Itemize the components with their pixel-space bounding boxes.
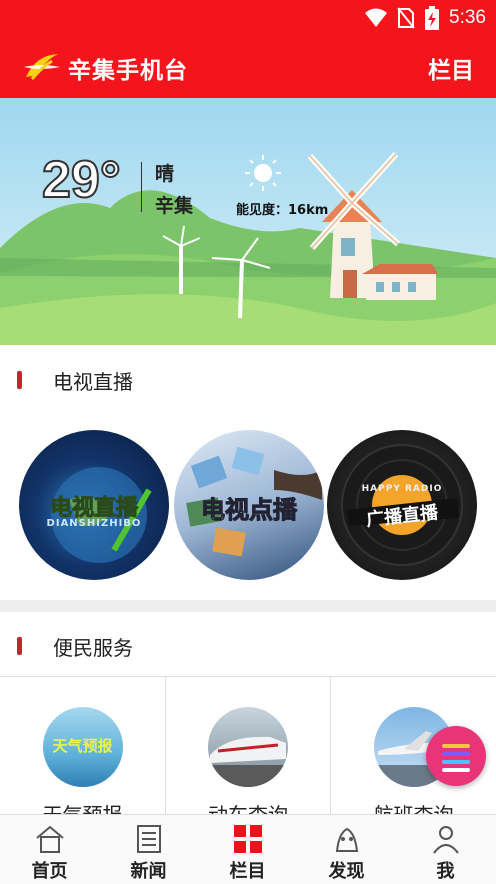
tv-section-header: 电视直播 bbox=[0, 350, 496, 408]
tab-news[interactable]: 新闻 bbox=[99, 815, 198, 884]
service-section-header: 便民服务 bbox=[0, 616, 496, 674]
status-time: 5:36 bbox=[449, 7, 486, 28]
news-icon bbox=[136, 825, 161, 853]
train-icon bbox=[208, 736, 288, 787]
service-weather[interactable]: 天气预报 天气预报 bbox=[0, 677, 166, 827]
battery-charging-icon bbox=[425, 6, 440, 30]
section-marker bbox=[17, 371, 22, 389]
menu-line bbox=[442, 752, 470, 756]
tab-home-label: 首页 bbox=[31, 861, 68, 882]
radio-sublabel: HAPPY RADIO bbox=[361, 484, 443, 494]
sunny-icon bbox=[245, 155, 281, 191]
status-bar: 5:36 bbox=[0, 0, 496, 36]
tab-discover-label: 发现 bbox=[328, 861, 365, 882]
tv-live-button[interactable]: 电视直播 DIANSHIZHIBO bbox=[19, 430, 169, 580]
app-header: 辛集手机台 栏目 bbox=[0, 36, 496, 98]
tv-vod-button[interactable]: 电视点播 bbox=[174, 430, 324, 580]
service-grid: 天气预报 天气预报 动车查询 航班查询 bbox=[0, 676, 496, 827]
weather-thumb-text: 天气预报 bbox=[52, 737, 113, 755]
tab-home[interactable]: 首页 bbox=[0, 815, 99, 884]
app-title: 辛集手机台 bbox=[68, 58, 188, 84]
menu-line bbox=[442, 744, 470, 748]
tv-section-title: 电视直播 bbox=[53, 370, 133, 394]
tv-vod-label: 电视点播 bbox=[201, 496, 298, 525]
tab-me[interactable]: 我 bbox=[396, 815, 495, 884]
home-icon bbox=[35, 825, 64, 853]
weather-forecast-thumb: 天气预报 bbox=[42, 707, 123, 787]
floating-menu-button[interactable] bbox=[426, 726, 486, 786]
weather-condition: 晴 bbox=[155, 163, 175, 185]
visibility-text: 能见度：16km bbox=[236, 203, 329, 218]
menu-line bbox=[442, 768, 470, 772]
temperature: 29° bbox=[41, 150, 122, 210]
grid-icon bbox=[233, 825, 262, 853]
section-marker bbox=[17, 637, 22, 655]
landscape-illustration bbox=[0, 98, 496, 345]
bottom-navigation: 首页 新闻 栏目 发现 我 bbox=[0, 814, 496, 884]
discover-icon bbox=[335, 827, 358, 852]
user-icon bbox=[432, 826, 459, 854]
weather-divider bbox=[141, 162, 142, 212]
service-section-title: 便民服务 bbox=[53, 636, 133, 660]
bullet-train-thumb bbox=[208, 707, 288, 787]
tab-news-label: 新闻 bbox=[130, 861, 167, 882]
weather-banner[interactable]: 29° 晴 辛集 能见度：16km bbox=[0, 98, 496, 345]
column-menu-button[interactable]: 栏目 bbox=[428, 51, 474, 85]
menu-line bbox=[442, 760, 470, 764]
tv-live-sublabel: DIANSHIZHIBO bbox=[46, 518, 142, 529]
wifi-icon bbox=[365, 8, 388, 27]
radio-live-button[interactable]: HAPPY RADIO 广播直播 bbox=[327, 430, 477, 580]
no-sim-icon bbox=[397, 7, 415, 29]
section-gap bbox=[0, 600, 496, 612]
tab-columns-label: 栏目 bbox=[229, 861, 266, 882]
tab-me-label: 我 bbox=[436, 861, 455, 882]
weather-city: 辛集 bbox=[155, 195, 194, 217]
tab-columns[interactable]: 栏目 bbox=[198, 815, 297, 884]
tab-discover[interactable]: 发现 bbox=[297, 815, 396, 884]
service-train[interactable]: 动车查询 bbox=[166, 677, 331, 827]
app-logo-icon bbox=[24, 54, 60, 80]
